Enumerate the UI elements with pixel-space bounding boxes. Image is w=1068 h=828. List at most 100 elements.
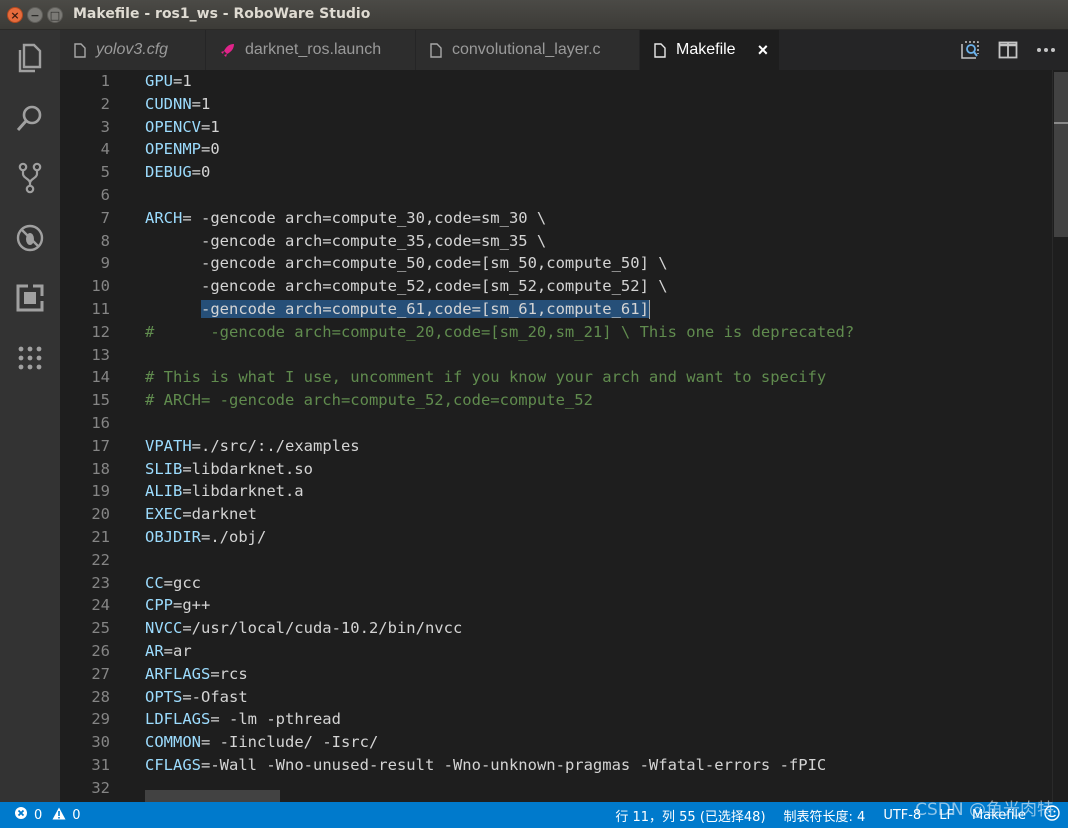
line-number: 14 xyxy=(91,368,110,387)
code-token: =darknet xyxy=(182,505,257,524)
tab-convolutional-layer-c[interactable]: convolutional_layer.c xyxy=(416,30,640,70)
error-icon xyxy=(14,806,28,824)
code-line[interactable]: -gencode arch=compute_50,code=[sm_50,com… xyxy=(145,252,668,275)
line-number: 30 xyxy=(91,733,110,752)
code-line[interactable]: # -gencode arch=compute_20,code=[sm_20,s… xyxy=(145,321,854,344)
code-token: =libdarknet.a xyxy=(182,482,304,501)
tab-makefile[interactable]: Makefile × xyxy=(640,30,780,70)
open-preview-icon[interactable] xyxy=(958,38,982,62)
vertical-scrollbar-thumb[interactable] xyxy=(1054,72,1068,237)
explorer-icon[interactable] xyxy=(15,43,45,73)
code-token: = -gencode arch=compute_30,code=sm_30 \ xyxy=(182,208,547,227)
horizontal-scrollbar-thumb[interactable] xyxy=(145,790,280,802)
window-minimize-button[interactable]: − xyxy=(27,7,43,23)
window-title: Makefile - ros1_ws - RoboWare Studio xyxy=(73,6,371,22)
code-token: =0 xyxy=(191,163,211,182)
code-line[interactable]: AR=ar xyxy=(145,640,192,663)
code-token: OPENCV xyxy=(145,117,201,136)
line-number: 22 xyxy=(91,550,110,569)
code-token: ARFLAGS xyxy=(145,664,211,683)
code-line[interactable]: COMMON= -Iinclude/ -Isrc/ xyxy=(145,731,378,754)
tab-darknet-ros-launch[interactable]: darknet_ros.launch xyxy=(206,30,416,70)
code-token: =0 xyxy=(201,140,220,159)
code-line[interactable]: # ARCH= -gencode arch=compute_52,code=co… xyxy=(145,389,593,412)
code-token: NVCC xyxy=(145,619,183,638)
code-line[interactable]: CPP=g++ xyxy=(145,594,210,617)
file-icon xyxy=(654,42,666,58)
rocket-icon xyxy=(220,43,235,58)
indentation[interactable]: 制表符长度: 4 xyxy=(784,806,866,825)
line-number: 31 xyxy=(91,756,110,774)
code-line[interactable]: # This is what I use, uncomment if you k… xyxy=(145,366,826,389)
line-number: 6 xyxy=(100,186,110,204)
tab-label: darknet_ros.launch xyxy=(245,41,382,58)
selected-text: -gencode arch=compute_61,code=[sm_61,com… xyxy=(201,300,649,318)
code-line[interactable]: GPU=1 xyxy=(145,70,192,93)
line-number: 18 xyxy=(91,459,110,478)
code-line[interactable]: OPENMP=0 xyxy=(145,138,220,161)
title-bar: × − □ Makefile - ros1_ws - RoboWare Stud… xyxy=(0,0,1068,30)
code-line[interactable]: -gencode arch=compute_61,code=[sm_61,com… xyxy=(145,298,650,321)
search-icon[interactable] xyxy=(15,103,45,133)
code-token: OBJDIR xyxy=(145,528,201,546)
debug-icon[interactable] xyxy=(15,223,45,253)
apps-grid-icon[interactable] xyxy=(15,343,45,373)
code-editor[interactable]: 1 GPU=1 2 CUDNN=1 3 OPENCV=1 4 OPENMP=0 5 DEBUG=0… xyxy=(60,70,1068,802)
line-number: 9 xyxy=(100,254,110,273)
code-line[interactable]: DEBUG=0 xyxy=(145,161,210,184)
line-number: 19 xyxy=(91,482,110,501)
line-number: 12 xyxy=(91,322,110,341)
code-line[interactable]: VPATH=./src/:./examples xyxy=(145,435,360,458)
code-line[interactable]: OPTS=-Ofast xyxy=(145,686,248,709)
window-close-button[interactable]: × xyxy=(7,7,23,23)
code-token: CPP xyxy=(145,596,173,615)
line-number: 10 xyxy=(91,277,110,296)
vertical-scrollbar[interactable] xyxy=(1052,70,1068,802)
code-line[interactable]: -gencode arch=compute_35,code=sm_35 \ xyxy=(145,230,546,253)
code-line[interactable]: OBJDIR=./obj/ xyxy=(145,526,266,549)
watermark: CSDN @鱼光肉特 xyxy=(915,800,1054,820)
window-maximize-button[interactable]: □ xyxy=(47,7,63,23)
tab-yolov3-cfg[interactable]: yolov3.cfg xyxy=(60,30,206,70)
more-actions-icon[interactable] xyxy=(1034,38,1058,62)
code-line[interactable]: SLIB=libdarknet.so xyxy=(145,458,313,481)
code-line[interactable]: OPENCV=1 xyxy=(145,116,220,139)
source-control-icon[interactable] xyxy=(15,162,45,194)
code-token: ARCH xyxy=(145,208,183,227)
code-token: # ARCH= -gencode arch=compute_52,code=co… xyxy=(145,391,593,410)
code-token: CUDNN xyxy=(145,94,192,113)
code-line[interactable]: CFLAGS=-Wall -Wno-unused-result -Wno-unk… xyxy=(145,754,826,777)
file-icon xyxy=(74,42,86,58)
code-line[interactable]: CUDNN=1 xyxy=(145,93,210,116)
line-number: 4 xyxy=(100,140,110,159)
line-number: 17 xyxy=(91,436,110,455)
cursor-position[interactable]: 行 11，列 55 (已选择48) xyxy=(615,806,765,825)
code-line[interactable]: LDFLAGS= -lm -pthread xyxy=(145,708,341,731)
text-cursor xyxy=(648,300,650,319)
code-token: # This is what I use, uncomment if you k… xyxy=(145,368,827,387)
code-line[interactable]: NVCC=/usr/local/cuda-10.2/bin/nvcc xyxy=(145,617,462,640)
line-number: 5 xyxy=(100,163,110,182)
tab-label: convolutional_layer.c xyxy=(452,41,601,58)
tab-label: Makefile xyxy=(676,41,736,58)
extensions-icon[interactable] xyxy=(15,283,45,313)
code-line[interactable]: EXEC=darknet xyxy=(145,503,257,526)
split-editor-icon[interactable] xyxy=(996,38,1020,62)
code-line[interactable]: -gencode arch=compute_52,code=[sm_52,com… xyxy=(145,275,668,298)
problems-indicator[interactable]: 0 0 xyxy=(14,802,81,828)
code-line[interactable]: ALIB=libdarknet.a xyxy=(145,480,304,503)
code-token: =./obj/ xyxy=(201,528,267,546)
warning-icon xyxy=(52,807,66,824)
code-token: ALIB xyxy=(145,482,183,501)
code-token: =g++ xyxy=(173,596,211,615)
error-count: 0 xyxy=(34,807,43,823)
code-token: AR xyxy=(145,642,164,660)
tab-label: yolov3.cfg xyxy=(96,41,169,58)
line-number: 3 xyxy=(100,117,110,136)
code-token: SLIB xyxy=(145,459,183,478)
code-token: # -gencode arch=compute_20,code=[sm_20,s… xyxy=(145,322,855,341)
code-line[interactable]: ARFLAGS=rcs xyxy=(145,663,248,686)
tab-close-icon[interactable]: × xyxy=(758,40,769,61)
code-line[interactable]: ARCH= -gencode arch=compute_30,code=sm_3… xyxy=(145,207,546,230)
code-line[interactable]: CC=gcc xyxy=(145,572,201,595)
